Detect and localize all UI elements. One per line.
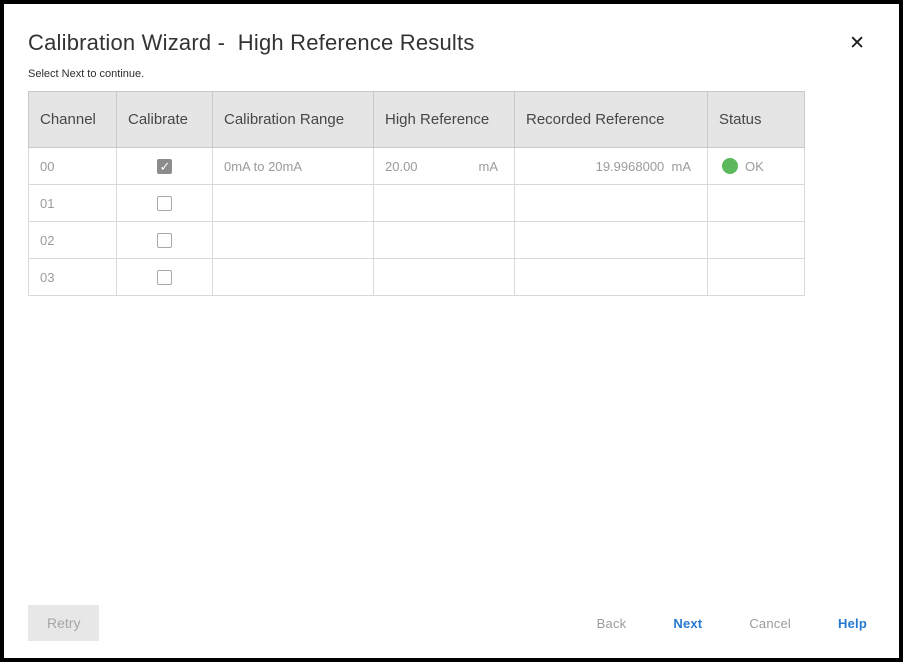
high-reference-cell [374, 185, 515, 222]
calibration-range-cell: 0mA to 20mA [213, 148, 374, 185]
calibration-wizard-dialog: Calibration Wizard - High Reference Resu… [0, 0, 903, 662]
instruction-text: Select Next to continue. [28, 68, 875, 80]
high-reference-cell: 20.00 mA [374, 148, 515, 185]
column-header-channel: Channel [29, 92, 117, 148]
content-spacer [4, 296, 899, 605]
status-ok-indicator [722, 158, 738, 174]
dialog-footer: Retry Back Next Cancel Help [4, 605, 899, 641]
calibrate-checkbox[interactable] [157, 196, 172, 211]
high-reference-cell [374, 259, 515, 296]
dialog-titlebar: Calibration Wizard - High Reference Resu… [4, 4, 899, 57]
next-button[interactable]: Next [673, 616, 702, 631]
calibrate-checkbox[interactable] [157, 233, 172, 248]
calibration-range-cell [213, 222, 374, 259]
calibrate-cell [117, 148, 213, 185]
channel-cell: 02 [29, 222, 117, 259]
column-header-status: Status [708, 92, 805, 148]
recorded-reference-cell [515, 259, 708, 296]
high-reference-cell [374, 222, 515, 259]
wizard-nav-buttons: Back Next Cancel Help [597, 616, 867, 631]
calibration-range-cell [213, 185, 374, 222]
channel-cell: 00 [29, 148, 117, 185]
status-cell [708, 185, 805, 222]
status-cell [708, 259, 805, 296]
recorded-reference-cell: 19.9968000 mA [515, 148, 708, 185]
help-button[interactable]: Help [838, 616, 867, 631]
status-badge: OK [745, 159, 764, 174]
status-cell [708, 222, 805, 259]
retry-button[interactable]: Retry [28, 605, 99, 641]
column-header-calibration-range: Calibration Range [213, 92, 374, 148]
high-reference-unit: mA [479, 159, 499, 174]
recorded-reference-cell [515, 185, 708, 222]
column-header-recorded-reference: Recorded Reference [515, 92, 708, 148]
back-button[interactable]: Back [597, 616, 627, 631]
calibrate-cell [117, 259, 213, 296]
channel-cell: 03 [29, 259, 117, 296]
status-cell: OK [708, 148, 805, 185]
table-row: 02 [29, 222, 805, 259]
calibrate-checkbox[interactable] [157, 159, 172, 174]
calibrate-checkbox[interactable] [157, 270, 172, 285]
calibration-range-cell [213, 259, 374, 296]
channel-cell: 01 [29, 185, 117, 222]
table-row: 00 0mA to 20mA 20.00 mA 19.9968000 mA OK [29, 148, 805, 185]
calibrate-cell [117, 185, 213, 222]
recorded-reference-cell [515, 222, 708, 259]
calibrate-cell [117, 222, 213, 259]
column-header-calibrate: Calibrate [117, 92, 213, 148]
column-header-high-reference: High Reference [374, 92, 515, 148]
table-row: 03 [29, 259, 805, 296]
table-header-row: Channel Calibrate Calibration Range High… [29, 92, 805, 148]
calibration-results-table: Channel Calibrate Calibration Range High… [28, 91, 805, 296]
cancel-button[interactable]: Cancel [749, 616, 791, 631]
page-title: Calibration Wizard - High Reference Resu… [28, 30, 475, 56]
high-reference-value: 20.00 [385, 159, 418, 174]
table-row: 01 [29, 185, 805, 222]
close-icon[interactable]: ✕ [843, 30, 871, 57]
